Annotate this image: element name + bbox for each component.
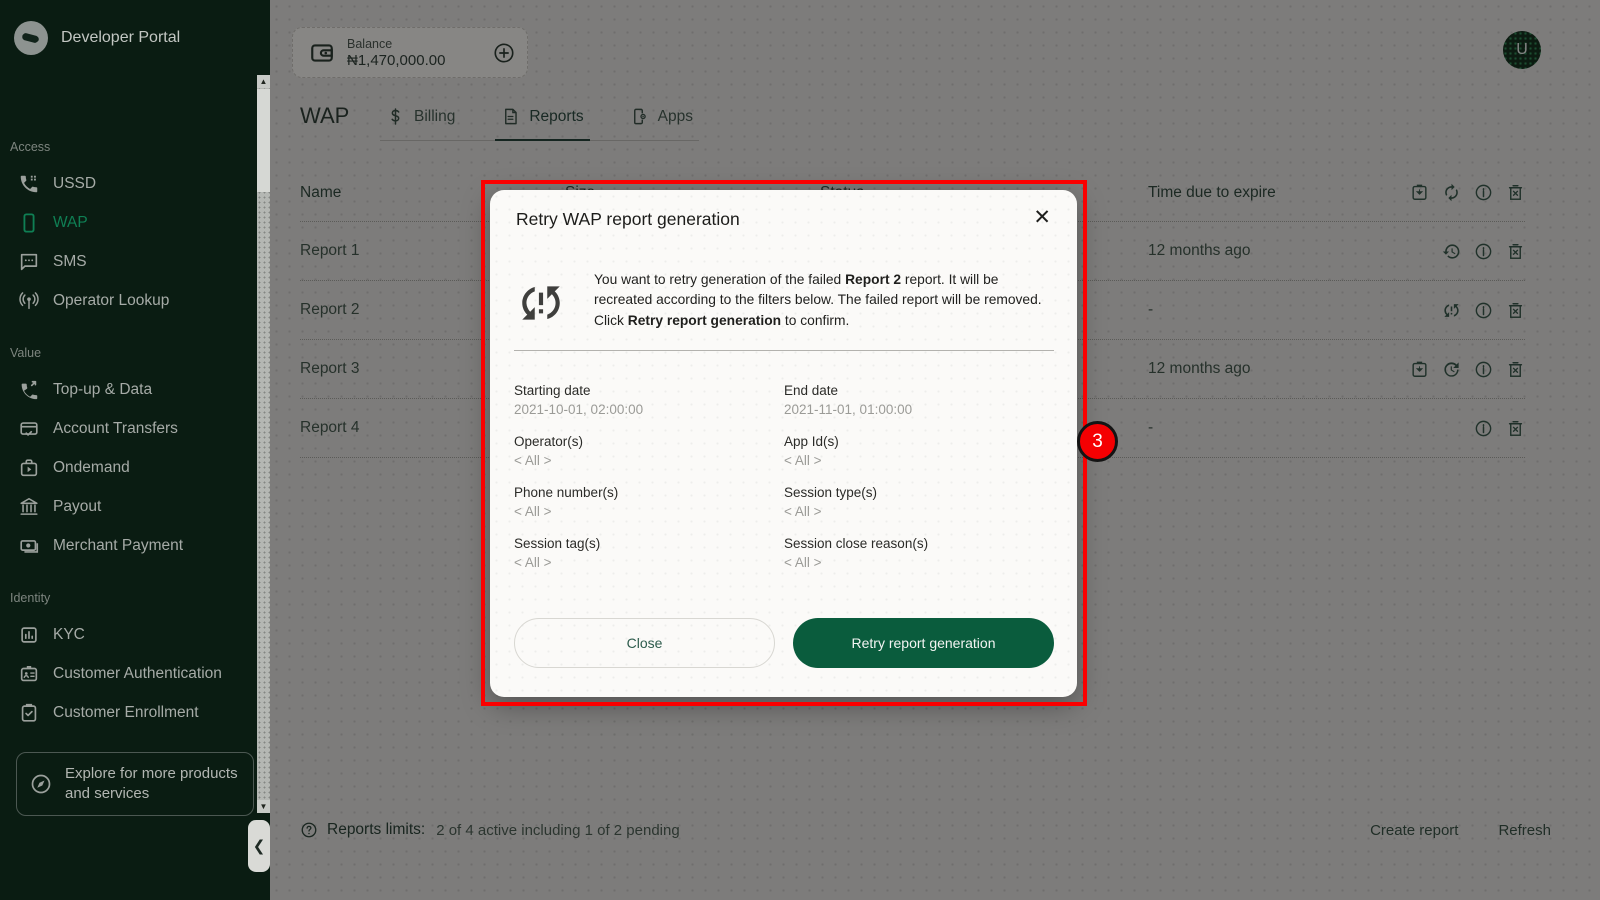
explore-products-button[interactable]: Explore for more products and services <box>16 752 254 816</box>
topup-phone-arrow-icon <box>18 379 40 401</box>
sidebar-item-label: WAP <box>53 213 88 231</box>
sidebar-nav: Access USSD WAP SMS Operator Lookup Valu… <box>0 76 270 816</box>
sidebar-item-wap[interactable]: WAP <box>0 203 270 242</box>
modal-divider <box>514 350 1054 351</box>
sidebar-item-label: Operator Lookup <box>53 291 170 309</box>
sidebar-item-customer-enrollment[interactable]: Customer Enrollment <box>0 693 270 732</box>
chevron-left-icon: ❮ <box>252 838 266 855</box>
bank-icon <box>18 496 40 518</box>
sidebar-item-customer-authentication[interactable]: Customer Authentication <box>0 654 270 693</box>
sidebar-item-ondemand[interactable]: Ondemand <box>0 448 270 487</box>
section-label-value: Value <box>10 346 42 360</box>
sidebar-item-label: Ondemand <box>53 458 130 476</box>
sidebar-scrollbar[interactable]: ▲ ▼ <box>257 75 270 813</box>
id-card-icon <box>18 663 40 685</box>
modal-alert: You want to retry generation of the fail… <box>516 270 1055 331</box>
field-value: < All > <box>784 453 822 468</box>
close-button[interactable]: Close <box>514 618 775 668</box>
chart-box-icon <box>18 624 40 646</box>
field-value: < All > <box>784 504 822 519</box>
modal-title: Retry WAP report generation <box>516 209 740 229</box>
field-value: 2021-10-01, 02:00:00 <box>514 402 644 417</box>
sidebar-item-label: SMS <box>53 252 87 270</box>
section-label-identity: Identity <box>10 591 51 605</box>
field-end-date: End date 2021-11-01, 01:00:00 <box>784 383 1054 417</box>
ussd-phone-icon <box>18 173 40 195</box>
sidebar-item-label: Account Transfers <box>53 419 178 437</box>
field-label: App Id(s) <box>784 434 839 449</box>
sidebar-item-account-transfers[interactable]: Account Transfers <box>0 409 270 448</box>
message-action-name: Retry report generation <box>627 312 782 328</box>
sidebar-item-label: KYC <box>53 625 85 643</box>
sidebar-item-operator-lookup[interactable]: Operator Lookup <box>0 281 270 320</box>
scrollbar-thumb[interactable] <box>257 89 270 192</box>
field-label: Starting date <box>514 383 591 398</box>
brand: Developer Portal <box>0 0 270 76</box>
field-value: 2021-11-01, 01:00:00 <box>784 402 913 417</box>
annotation-badge-number: 3 <box>1092 430 1103 452</box>
field-value: < All > <box>514 555 552 570</box>
sms-bubble-icon <box>18 251 40 273</box>
modal-fields: Starting date 2021-10-01, 02:00:00 End d… <box>514 383 1054 570</box>
sidebar-item-kyc[interactable]: KYC <box>0 615 270 654</box>
sidebar-collapse-button[interactable]: ❮ <box>248 820 270 872</box>
explore-button-label: Explore for more products and services <box>65 765 238 802</box>
field-label: End date <box>784 383 839 398</box>
field-label: Operator(s) <box>514 434 584 449</box>
sidebar-item-label: Payout <box>53 497 102 515</box>
clipboard-check-icon <box>18 702 40 724</box>
field-value: < All > <box>514 504 552 519</box>
message-part: to confirm. <box>781 312 850 328</box>
message-report-name: Report 2 <box>845 272 902 287</box>
modal-message: You want to retry generation of the fail… <box>594 270 1055 331</box>
field-operators: Operator(s) < All > <box>514 434 784 468</box>
scrollbar-down-arrow-icon[interactable]: ▼ <box>257 800 270 813</box>
field-session-close-reasons: Session close reason(s) < All > <box>784 536 1054 570</box>
sidebar-item-label: Top-up & Data <box>53 380 153 398</box>
field-app-ids: App Id(s) < All > <box>784 434 1054 468</box>
field-value: < All > <box>514 453 552 468</box>
annotation-step-badge: 3 <box>1077 421 1118 462</box>
field-label: Phone number(s) <box>514 485 619 500</box>
antenna-broadcast-icon <box>18 290 40 312</box>
sidebar-item-label: Customer Enrollment <box>53 703 199 721</box>
sidebar-item-ussd[interactable]: USSD <box>0 164 270 203</box>
modal-buttons: Close Retry report generation <box>514 618 1054 668</box>
field-session-tags: Session tag(s) < All > <box>514 536 784 570</box>
briefcase-play-icon <box>18 457 40 479</box>
section-label-access: Access <box>10 140 51 154</box>
field-starting-date: Starting date 2021-10-01, 02:00:00 <box>514 383 784 417</box>
wap-phone-icon <box>18 212 40 234</box>
sidebar-item-label: Customer Authentication <box>53 664 222 682</box>
sidebar-item-sms[interactable]: SMS <box>0 242 270 281</box>
field-label: Session type(s) <box>784 485 878 500</box>
sidebar-item-payout[interactable]: Payout <box>0 487 270 526</box>
close-icon[interactable]: ✕ <box>1029 203 1055 232</box>
sidebar-item-topup-data[interactable]: Top-up & Data <box>0 370 270 409</box>
banknote-icon <box>18 535 40 557</box>
sidebar-item-label: Merchant Payment <box>53 536 184 554</box>
field-label: Session tag(s) <box>514 536 601 551</box>
retry-alert-icon <box>516 276 566 330</box>
card-transfer-icon <box>18 418 40 440</box>
brand-name: Developer Portal <box>61 29 181 46</box>
sidebar: Developer Portal Access USSD WAP SMS Ope… <box>0 0 270 900</box>
field-phone-numbers: Phone number(s) < All > <box>514 485 784 519</box>
field-value: < All > <box>784 555 822 570</box>
retry-report-generation-button[interactable]: Retry report generation <box>793 618 1054 668</box>
developer-portal-logo-icon <box>14 21 48 55</box>
sidebar-item-label: USSD <box>53 174 97 192</box>
compass-icon <box>29 772 53 796</box>
scrollbar-up-arrow-icon[interactable]: ▲ <box>257 75 270 88</box>
sidebar-item-merchant-payment[interactable]: Merchant Payment <box>0 526 270 565</box>
field-session-types: Session type(s) < All > <box>784 485 1054 519</box>
field-label: Session close reason(s) <box>784 536 929 551</box>
message-part: You want to retry generation of the fail… <box>594 272 846 287</box>
retry-report-modal: Retry WAP report generation ✕ You want t… <box>490 190 1077 697</box>
